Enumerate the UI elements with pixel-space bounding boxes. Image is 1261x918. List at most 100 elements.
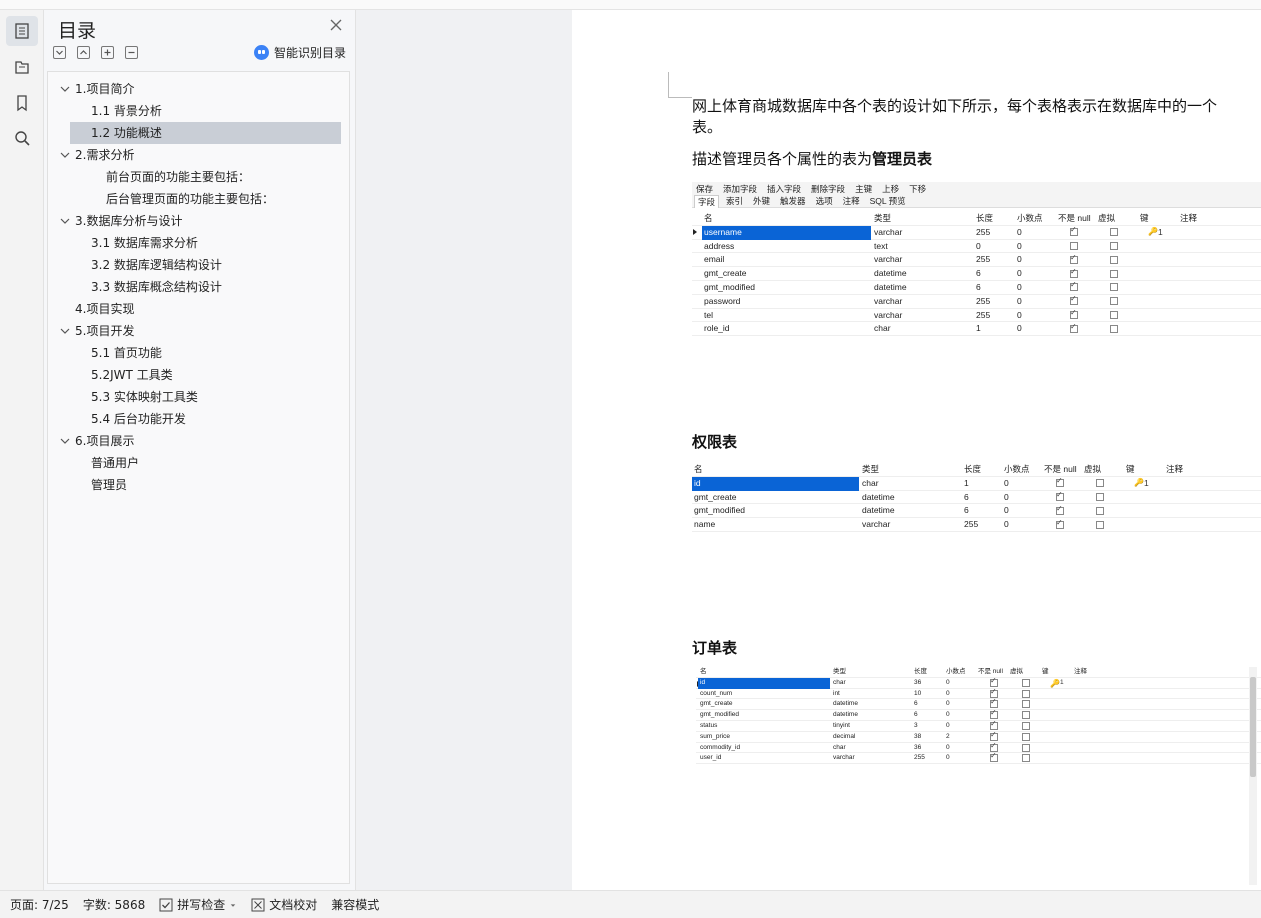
not-null-checkbox[interactable]: [1070, 253, 1078, 264]
virtual-checkbox[interactable]: [1022, 743, 1030, 752]
vertical-scrollbar[interactable]: [1249, 667, 1257, 885]
virtual-checkbox[interactable]: [1096, 506, 1104, 515]
virtual-checkbox[interactable]: [1110, 297, 1118, 306]
toc-item[interactable]: 3.1 数据库需求分析: [48, 232, 349, 254]
not-null-checkbox[interactable]: [990, 730, 998, 741]
virtual-checkbox[interactable]: [1110, 310, 1118, 319]
expand-down-button[interactable]: [53, 46, 66, 59]
virtual-checkbox[interactable]: [1022, 711, 1030, 720]
toc-rail-button[interactable]: [6, 16, 38, 46]
cell-dec: 2: [946, 732, 950, 740]
column-header: 虚拟: [1084, 464, 1102, 474]
chapter-rail-button[interactable]: [6, 52, 38, 82]
toc-item[interactable]: 1.项目简介: [48, 78, 349, 100]
toc-item[interactable]: 1.2 功能概述: [70, 122, 341, 144]
scrollbar-thumb[interactable]: [1250, 677, 1256, 777]
virtual-checkbox[interactable]: [1022, 732, 1030, 741]
virtual-checkbox[interactable]: [1022, 678, 1030, 687]
not-null-checkbox[interactable]: [1070, 322, 1078, 333]
toc-item[interactable]: 5.3 实体映射工具类: [48, 386, 349, 408]
page-indicator[interactable]: 页面: 7/25: [10, 896, 69, 913]
toc-item[interactable]: 4.项目实现: [48, 298, 349, 320]
cell-key: 1: [1060, 678, 1064, 686]
not-null-checkbox[interactable]: [990, 697, 998, 709]
virtual-checkbox[interactable]: [1110, 241, 1118, 250]
virtual-checkbox[interactable]: [1110, 255, 1118, 264]
toc-item[interactable]: 后台管理页面的功能主要包括：: [48, 188, 349, 210]
not-null-checkbox[interactable]: [1056, 518, 1064, 529]
virtual-checkbox[interactable]: [1110, 283, 1118, 292]
search-rail-button[interactable]: [6, 123, 38, 153]
virtual-checkbox[interactable]: [1096, 520, 1104, 529]
spell-check-button[interactable]: 拼写检查: [159, 896, 237, 913]
toc-item[interactable]: 3.数据库分析与设计: [48, 210, 349, 232]
cell-len: 6: [914, 711, 918, 719]
close-icon[interactable]: [328, 17, 344, 33]
perm-table-screenshot: 名类型长度小数点不是 null虚拟键注释idchar10🔑1gmt_create…: [692, 463, 1261, 533]
not-null-checkbox[interactable]: [990, 719, 998, 730]
virtual-checkbox[interactable]: [1110, 269, 1118, 278]
cell-name: role_id: [704, 323, 730, 334]
chevron-down-icon[interactable]: [60, 437, 70, 445]
chevron-down-icon[interactable]: [60, 327, 70, 335]
not-null-checkbox[interactable]: [1070, 225, 1078, 237]
not-null-checkbox[interactable]: [1070, 280, 1078, 292]
smart-toc-button[interactable]: 智能识别目录: [254, 44, 346, 61]
virtual-checkbox[interactable]: [1022, 689, 1030, 698]
cell-name: id: [692, 476, 859, 491]
not-null-checkbox[interactable]: [990, 676, 998, 687]
virtual-checkbox[interactable]: [1022, 754, 1030, 763]
cell-dec: 0: [1017, 295, 1022, 306]
toc-item[interactable]: 1.1 背景分析: [48, 100, 349, 122]
not-null-checkbox[interactable]: [1056, 476, 1064, 488]
toc-item[interactable]: 3.2 数据库逻辑结构设计: [48, 254, 349, 276]
word-count[interactable]: 字数: 5868: [83, 896, 145, 913]
not-null-checkbox[interactable]: [1070, 294, 1078, 306]
virtual-checkbox[interactable]: [1110, 228, 1118, 237]
toc-item-label: 1.2 功能概述: [91, 126, 162, 140]
toc-item[interactable]: 管理员: [48, 474, 349, 496]
collapse-up-button[interactable]: [77, 46, 90, 59]
not-null-checkbox[interactable]: [1070, 241, 1078, 250]
not-null-checkbox[interactable]: [1056, 504, 1064, 515]
virtual-checkbox[interactable]: [1022, 700, 1030, 709]
cell-type: char: [874, 323, 891, 334]
cell-type: datetime: [874, 282, 907, 292]
toc-item[interactable]: 6.项目展示: [48, 430, 349, 452]
chevron-down-icon[interactable]: [60, 85, 70, 93]
toc-item-label: 4.项目实现: [75, 302, 135, 316]
virtual-checkbox[interactable]: [1022, 722, 1030, 730]
toc-item[interactable]: 2.需求分析: [48, 144, 349, 166]
not-null-checkbox[interactable]: [1070, 267, 1078, 278]
table-row: usernamevarchar2550🔑1: [692, 225, 1261, 240]
not-null-checkbox[interactable]: [990, 741, 998, 752]
cell-dec: 0: [1004, 477, 1009, 488]
not-null-checkbox[interactable]: [1070, 308, 1078, 319]
expand-all-button[interactable]: [101, 46, 114, 59]
cell-dec: 0: [1017, 309, 1022, 320]
virtual-checkbox[interactable]: [1110, 324, 1118, 333]
toc-item[interactable]: 3.3 数据库概念结构设计: [48, 276, 349, 298]
not-null-checkbox[interactable]: [1056, 490, 1064, 501]
cell-len: 36: [914, 678, 922, 686]
doc-proof-button[interactable]: 文档校对: [251, 896, 317, 913]
toc-item[interactable]: 普通用户: [48, 452, 349, 474]
not-null-checkbox[interactable]: [990, 708, 998, 720]
toc-item[interactable]: 5.项目开发: [48, 320, 349, 342]
virtual-checkbox[interactable]: [1096, 492, 1104, 501]
document-page[interactable]: 网上体育商城数据库中各个表的设计如下所示，每个表格表示在数据库中的一个 表。 描…: [572, 10, 1261, 890]
toc-item[interactable]: 前台页面的功能主要包括：: [48, 166, 349, 188]
collapse-all-button[interactable]: [125, 46, 138, 59]
table-toolbar-item: 删除字段: [811, 183, 846, 194]
chevron-down-icon[interactable]: [60, 151, 70, 159]
chevron-down-icon[interactable]: [60, 217, 70, 225]
not-null-checkbox[interactable]: [990, 751, 998, 763]
toc-item[interactable]: 5.2JWT 工具类: [48, 364, 349, 386]
toc-item[interactable]: 5.1 首页功能: [48, 342, 349, 364]
toc-item[interactable]: 5.4 后台功能开发: [48, 408, 349, 430]
cell-name: gmt_modified: [704, 282, 756, 292]
not-null-checkbox[interactable]: [990, 687, 998, 698]
virtual-checkbox[interactable]: [1096, 479, 1104, 488]
cell-name: user_id: [700, 754, 722, 762]
bookmark-rail-button[interactable]: [6, 88, 38, 118]
